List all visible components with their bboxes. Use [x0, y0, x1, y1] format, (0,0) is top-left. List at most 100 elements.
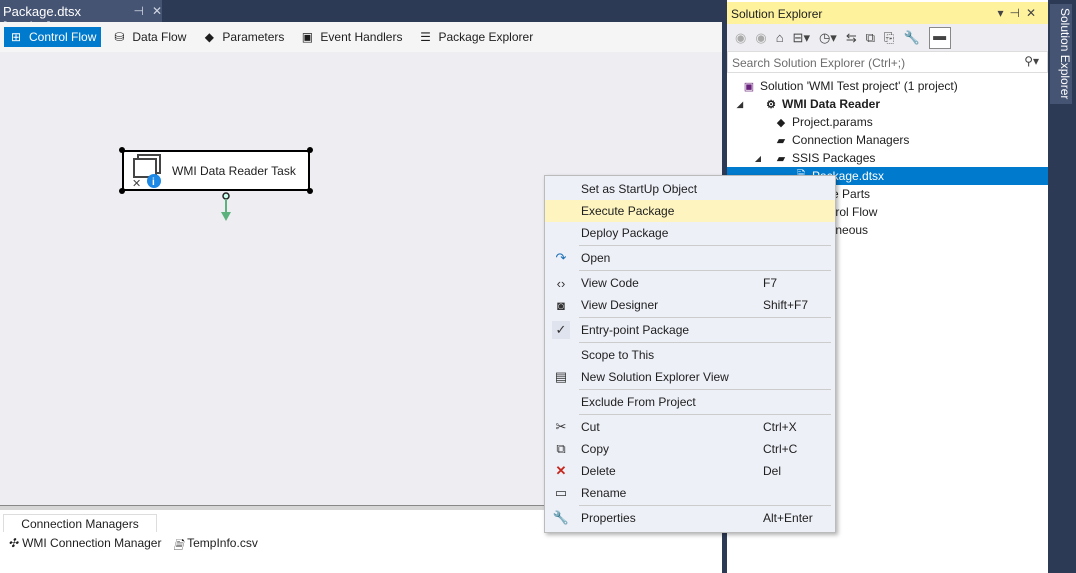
- folder-icon: ▰: [776, 134, 786, 147]
- menu-item-execute-package[interactable]: Execute Package: [545, 200, 835, 222]
- menu-label: Execute Package: [581, 204, 675, 218]
- tree-label: Solution 'WMI Test project' (1 project): [760, 79, 958, 93]
- resize-handle[interactable]: [119, 147, 125, 153]
- connection-label: TempInfo.csv: [187, 536, 258, 550]
- menu-item-scope-to-this[interactable]: Scope to This: [545, 344, 835, 366]
- switch-views-icon[interactable]: ⊟▾: [793, 30, 810, 46]
- menu-label: Set as StartUp Object: [581, 182, 698, 196]
- home-icon[interactable]: ⌂: [776, 30, 784, 45]
- search-placeholder: Search Solution Explorer (Ctrl+;): [732, 56, 906, 70]
- menu-item-delete[interactable]: ✕ Delete Del: [545, 460, 835, 482]
- menu-shortcut: Del: [763, 464, 782, 478]
- tree-label: SSIS Packages: [792, 151, 876, 165]
- precedence-constraint-arrow[interactable]: [221, 192, 231, 222]
- tree-label: Connection Managers: [792, 133, 910, 147]
- resize-handle[interactable]: [307, 147, 313, 153]
- tree-item-connection-managers[interactable]: ▰ Connection Managers: [727, 131, 1048, 149]
- menu-item-open[interactable]: ↷ Open: [545, 247, 835, 269]
- menu-item-view-designer[interactable]: ◙ View Designer Shift+F7: [545, 294, 835, 316]
- menu-label: Scope to This: [581, 348, 655, 362]
- pin-icon[interactable]: ⊣: [133, 4, 143, 22]
- menu-item-view-code[interactable]: ‹› View Code F7: [545, 272, 835, 294]
- delete-icon: ✕: [555, 463, 567, 478]
- menu-item-exclude[interactable]: Exclude From Project: [545, 391, 835, 413]
- task-label: WMI Data Reader Task: [172, 163, 296, 178]
- pin-icon[interactable]: ⊣: [1009, 6, 1025, 20]
- tree-item-solution[interactable]: ▣ Solution 'WMI Test project' (1 project): [727, 77, 1048, 95]
- solution-explorer-toolbar: ◉ ◉ ⌂ ⊟▾ ◷▾ ⇆ ⧉ ⎘ 🔧 ▬: [727, 24, 1048, 51]
- solution-icon: ▣: [743, 80, 755, 93]
- menu-item-properties[interactable]: 🔧 Properties Alt+Enter: [545, 507, 835, 529]
- code-icon: ‹›: [556, 275, 566, 291]
- connection-managers-tab[interactable]: Connection Managers: [3, 514, 157, 532]
- expand-icon[interactable]: ◢: [735, 100, 745, 109]
- cut-icon: ✂: [555, 419, 567, 434]
- menu-item-entry-point[interactable]: ✓ Entry-point Package: [545, 319, 835, 341]
- sync-icon[interactable]: ⇆: [846, 30, 857, 46]
- menu-label: Properties: [581, 511, 636, 525]
- svg-text:✕: ✕: [132, 178, 141, 189]
- tree-item-ssis-packages[interactable]: ◢ ▰ SSIS Packages: [727, 149, 1048, 167]
- menu-item-deploy-package[interactable]: Deploy Package: [545, 222, 835, 244]
- menu-label: Open: [581, 251, 611, 265]
- show-all-files-icon[interactable]: ⎘: [884, 30, 894, 46]
- menu-item-rename[interactable]: ▭ Rename: [545, 482, 835, 504]
- tab-label: Data Flow: [132, 30, 187, 44]
- flat-file-icon: 🗎: [173, 538, 184, 552]
- menu-label: View Code: [581, 276, 639, 290]
- connection-manager-item[interactable]: ✣ WMI Connection Manager: [8, 536, 161, 557]
- wmi-data-reader-task[interactable]: ✕ i WMI Data Reader Task: [119, 147, 313, 194]
- menu-item-cut[interactable]: ✂ Cut Ctrl+X: [545, 416, 835, 438]
- expand-icon[interactable]: ◢: [753, 154, 763, 163]
- properties-icon[interactable]: 🔧: [903, 30, 919, 46]
- tree-item-project[interactable]: ◢ ⚙ WMI Data Reader: [727, 95, 1048, 113]
- folder-icon: ▰: [776, 152, 786, 165]
- menu-item-copy[interactable]: ⧉ Copy Ctrl+C: [545, 438, 835, 460]
- preview-icon[interactable]: ▬: [928, 26, 951, 49]
- menu-label: View Designer: [581, 298, 659, 312]
- menu-label: Rename: [581, 486, 627, 500]
- search-icon[interactable]: ⚲▾: [1024, 54, 1039, 68]
- new-view-icon: ▤: [554, 369, 568, 384]
- context-menu: Set as StartUp Object Execute Package De…: [544, 175, 836, 533]
- menu-shortcut: Ctrl+C: [763, 442, 798, 456]
- tab-label: Event Handlers: [320, 30, 403, 44]
- menu-label: Entry-point Package: [581, 323, 690, 337]
- tree-item-project-params[interactable]: ◆ Project.params: [727, 113, 1048, 131]
- back-icon[interactable]: ◉: [735, 30, 746, 46]
- tab-label: Package Explorer: [438, 30, 534, 44]
- connection-manager-item[interactable]: 🗎 TempInfo.csv: [173, 536, 257, 557]
- resize-handle[interactable]: [119, 188, 125, 194]
- document-tab-title: Package.dtsx [Design]: [3, 4, 82, 34]
- resize-handle[interactable]: [307, 188, 313, 194]
- dropdown-icon[interactable]: ▾: [997, 6, 1009, 20]
- svg-text:i: i: [152, 177, 155, 188]
- wrench-icon: 🔧: [552, 510, 570, 525]
- tab-data-flow[interactable]: ⛁ Data Flow: [107, 27, 191, 47]
- menu-label: Cut: [581, 420, 600, 434]
- menu-shortcut: Shift+F7: [763, 298, 809, 312]
- menu-item-new-solution-explorer-view[interactable]: ▤ New Solution Explorer View: [545, 366, 835, 388]
- menu-shortcut: Ctrl+X: [763, 420, 797, 434]
- search-input[interactable]: Search Solution Explorer (Ctrl+;) ⚲▾: [727, 51, 1048, 73]
- tab-control-flow[interactable]: ⊞ Control Flow: [4, 27, 102, 47]
- data-flow-icon: ⛁: [114, 30, 125, 44]
- close-icon[interactable]: ✕: [1026, 6, 1042, 20]
- designer-icon: ◙: [557, 297, 565, 313]
- pending-changes-icon[interactable]: ◷▾: [819, 30, 837, 46]
- menu-item-set-startup[interactable]: Set as StartUp Object: [545, 178, 835, 200]
- forward-icon[interactable]: ◉: [755, 30, 766, 46]
- rename-icon: ▭: [554, 485, 568, 500]
- document-tab[interactable]: Package.dtsx [Design] ⊣ ✕: [0, 0, 162, 34]
- copy-icon: ⧉: [556, 441, 566, 456]
- tab-package-explorer[interactable]: ☰ Package Explorer: [413, 27, 538, 47]
- menu-shortcut: F7: [763, 276, 778, 290]
- control-flow-icon: ⊞: [10, 30, 22, 44]
- tree-label: WMI Data Reader: [782, 97, 881, 111]
- tab-event-handlers[interactable]: ▣ Event Handlers: [295, 27, 407, 47]
- solution-explorer-side-tab[interactable]: Solution Explorer: [1050, 4, 1072, 104]
- close-icon[interactable]: ✕: [152, 4, 162, 22]
- collapse-all-icon[interactable]: ⧉: [866, 30, 875, 46]
- tab-parameters[interactable]: ◆ Parameters: [197, 27, 289, 47]
- tree-label: Project.params: [792, 115, 873, 129]
